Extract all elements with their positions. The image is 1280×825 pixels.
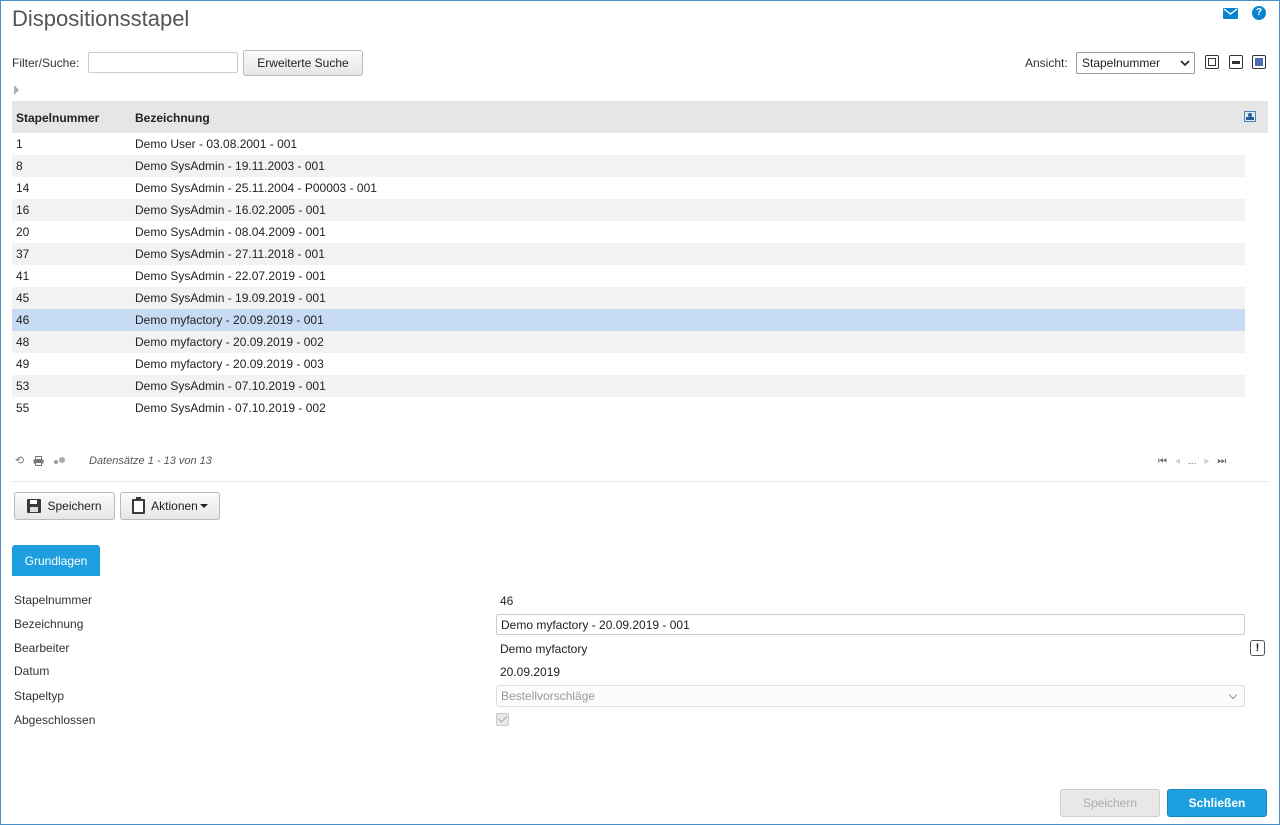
stapelnummer-label: Stapelnummer <box>14 593 93 607</box>
column-header-stapelnummer[interactable]: Stapelnummer <box>16 111 99 125</box>
records-count: Datensätze 1 - 13 von 13 <box>89 455 212 467</box>
cell-stapelnummer: 16 <box>16 203 30 217</box>
pager: ⏮ ◂ ... ▸ ⏭ <box>1158 456 1226 467</box>
table-row[interactable]: 37 Demo SysAdmin - 27.11.2018 - 001 <box>12 243 1245 265</box>
clipboard-icon <box>132 496 146 514</box>
table-row[interactable]: 1 Demo User - 03.08.2001 - 001 <box>12 133 1245 155</box>
cell-stapelnummer: 49 <box>16 357 30 371</box>
bezeichnung-value: Demo myfactory - 20.09.2019 - 001 <box>501 617 690 632</box>
cell-bezeichnung: Demo SysAdmin - 27.11.2018 - 001 <box>135 247 325 261</box>
grid-footer-tools: ⟲ <box>14 456 65 467</box>
filter-search-input[interactable] <box>88 52 238 73</box>
cell-bezeichnung: Demo myfactory - 20.09.2019 - 003 <box>135 357 324 371</box>
table-row[interactable]: 48 Demo myfactory - 20.09.2019 - 002 <box>12 331 1245 353</box>
cell-bezeichnung: Demo SysAdmin - 16.02.2005 - 001 <box>135 203 326 217</box>
view-layout-single-icon[interactable] <box>1205 55 1219 69</box>
table-row-selected[interactable]: 46 Demo myfactory - 20.09.2019 - 001 <box>12 309 1245 331</box>
help-icon[interactable]: ? <box>1251 5 1267 21</box>
grid-header: Stapelnummer Bezeichnung <box>12 101 1268 133</box>
footer-save-button: Speichern <box>1060 789 1160 817</box>
stapelnummer-value: 46 <box>500 594 514 608</box>
table-row[interactable]: 55 Demo SysAdmin - 07.10.2019 - 002 <box>12 397 1245 419</box>
table-row[interactable]: 45 Demo SysAdmin - 19.09.2019 - 001 <box>12 287 1245 309</box>
filter-label: Filter/Suche: <box>12 56 80 70</box>
abgeschlossen-checkbox <box>496 713 509 726</box>
expand-arrow-icon[interactable] <box>14 85 19 95</box>
page-title: Dispositionsstapel <box>12 6 190 31</box>
bearbeiter-value: Demo myfactory <box>500 642 588 656</box>
table-row[interactable]: 20 Demo SysAdmin - 08.04.2009 - 001 <box>12 221 1245 243</box>
stapeltyp-select: Bestellvorschläge <box>496 685 1245 707</box>
mail-icon[interactable] <box>1222 5 1238 21</box>
divider <box>12 481 1268 482</box>
table-row[interactable]: 8 Demo SysAdmin - 19.11.2003 - 001 <box>12 155 1245 177</box>
cell-bezeichnung: Demo User - 03.08.2001 - 001 <box>135 137 298 151</box>
cell-stapelnummer: 41 <box>16 269 30 283</box>
exclamation-icon[interactable]: ! <box>1250 640 1265 656</box>
cell-stapelnummer: 46 <box>16 313 30 327</box>
datum-label: Datum <box>14 664 50 678</box>
table-row[interactable]: 53 Demo SysAdmin - 07.10.2019 - 001 <box>12 375 1245 397</box>
cell-bezeichnung: Demo SysAdmin - 07.10.2019 - 001 <box>135 379 326 393</box>
cell-stapelnummer: 14 <box>16 181 30 195</box>
bezeichnung-label: Bezeichnung <box>14 617 84 631</box>
view-select[interactable]: Stapelnummer <box>1076 52 1195 74</box>
cell-stapelnummer: 37 <box>16 247 30 261</box>
view-label: Ansicht: <box>1025 56 1068 70</box>
cell-bezeichnung: Demo myfactory - 20.09.2019 - 001 <box>135 313 324 327</box>
cell-stapelnummer: 8 <box>16 159 23 173</box>
first-page-icon[interactable]: ⏮ <box>1158 456 1167 467</box>
caret-down-icon <box>199 504 208 508</box>
table-row[interactable]: 14 Demo SysAdmin - 25.11.2004 - P00003 - … <box>12 177 1245 199</box>
table-row[interactable]: 16 Demo SysAdmin - 16.02.2005 - 001 <box>12 199 1245 221</box>
chevron-down-icon <box>1180 60 1190 66</box>
actions-button-label: Aktionen <box>151 499 198 513</box>
column-chooser-icon[interactable] <box>1244 111 1256 122</box>
cell-bezeichnung: Demo SysAdmin - 19.09.2019 - 001 <box>135 291 326 305</box>
cell-stapelnummer: 45 <box>16 291 30 305</box>
pager-ellipsis[interactable]: ... <box>1188 456 1196 467</box>
cell-stapelnummer: 1 <box>16 137 23 151</box>
cell-bezeichnung: Demo SysAdmin - 08.04.2009 - 001 <box>135 225 326 239</box>
last-page-icon[interactable]: ⏭ <box>1217 456 1226 467</box>
cell-bezeichnung: Demo SysAdmin - 25.11.2004 - P00003 - 00… <box>135 181 377 195</box>
advanced-search-button[interactable]: Erweiterte Suche <box>243 50 363 76</box>
view-layout-full-icon[interactable] <box>1252 55 1266 69</box>
tab-grundlagen[interactable]: Grundlagen <box>12 545 100 576</box>
cell-stapelnummer: 53 <box>16 379 30 393</box>
view-select-value: Stapelnummer <box>1082 56 1161 70</box>
stapeltyp-value: Bestellvorschläge <box>501 689 596 703</box>
cell-bezeichnung: Demo SysAdmin - 19.11.2003 - 001 <box>135 159 325 173</box>
column-header-bezeichnung[interactable]: Bezeichnung <box>135 111 210 125</box>
save-button-label: Speichern <box>47 499 102 513</box>
chevron-down-icon <box>1228 690 1238 699</box>
floppy-icon <box>27 499 42 513</box>
table-row[interactable]: 41 Demo SysAdmin - 22.07.2019 - 001 <box>12 265 1245 287</box>
table-row[interactable]: 49 Demo myfactory - 20.09.2019 - 003 <box>12 353 1245 375</box>
next-page-icon[interactable]: ▸ <box>1204 456 1209 467</box>
abgeschlossen-label: Abgeschlossen <box>14 713 96 727</box>
cell-bezeichnung: Demo SysAdmin - 22.07.2019 - 001 <box>135 269 326 283</box>
cell-stapelnummer: 48 <box>16 335 30 349</box>
cell-stapelnummer: 20 <box>16 225 30 239</box>
stapeltyp-label: Stapeltyp <box>14 689 65 703</box>
grid-body: 1 Demo User - 03.08.2001 - 001 8 Demo SysA… <box>12 133 1245 419</box>
bearbeiter-label: Bearbeiter <box>14 641 70 655</box>
save-button[interactable]: Speichern <box>14 492 115 520</box>
bezeichnung-field[interactable]: Demo myfactory - 20.09.2019 - 001 <box>496 614 1245 635</box>
close-button[interactable]: Schließen <box>1167 789 1267 817</box>
settings-icon[interactable] <box>52 456 65 467</box>
refresh-icon[interactable]: ⟲ <box>14 456 25 467</box>
datum-value: 20.09.2019 <box>500 665 561 679</box>
print-icon[interactable] <box>33 456 44 467</box>
view-layout-split-icon[interactable] <box>1229 55 1243 69</box>
actions-menu-button[interactable]: Aktionen <box>120 492 220 520</box>
cell-stapelnummer: 55 <box>16 401 30 415</box>
cell-bezeichnung: Demo myfactory - 20.09.2019 - 002 <box>135 335 324 349</box>
cell-bezeichnung: Demo SysAdmin - 07.10.2019 - 002 <box>135 401 326 415</box>
prev-page-icon[interactable]: ◂ <box>1175 456 1180 467</box>
